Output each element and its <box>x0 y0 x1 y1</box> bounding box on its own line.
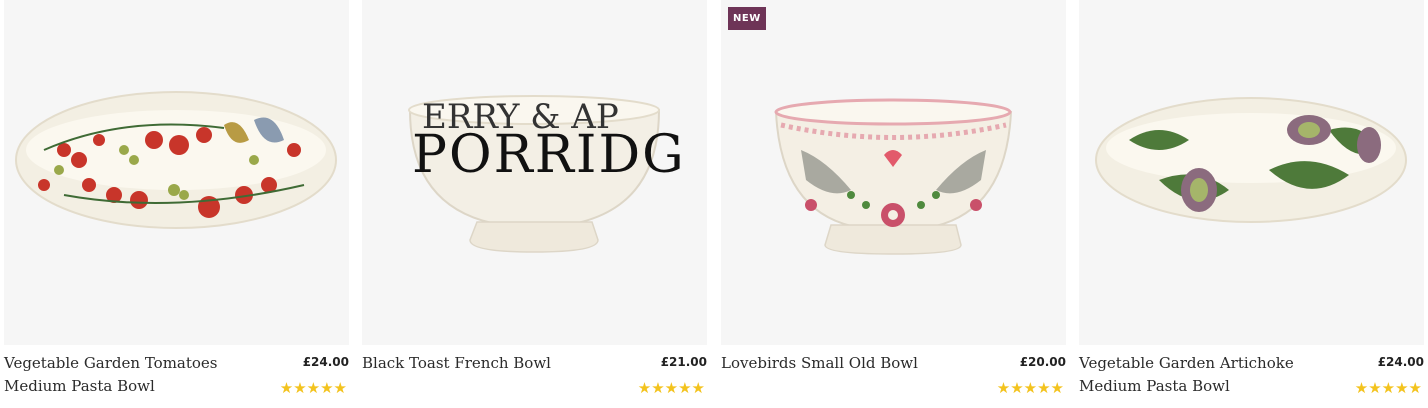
artichoke-pasta-bowl-illustration <box>1095 97 1407 223</box>
product-info: Lovebirds Small Old Bowl £20.00 ★★★★★ <box>721 345 1066 408</box>
product-price: £24.00 <box>302 355 349 369</box>
bowl-outer-text: PORRIDG <box>412 125 686 185</box>
product-card-lovebirds-small-old-bowl[interactable]: NEW Lovebirds Small Old Bowl £20.00 ★★★★… <box>721 0 1066 408</box>
product-card-tomatoes-pasta-bowl[interactable]: Vegetable Garden Tomatoes Medium Pasta B… <box>4 0 349 408</box>
product-info: Vegetable Garden Tomatoes Medium Pasta B… <box>4 345 349 408</box>
product-price: £24.00 <box>1377 355 1424 369</box>
star-rating: ★★★★★ <box>279 380 347 397</box>
product-card-artichoke-pasta-bowl[interactable]: Vegetable Garden Artichoke Medium Pasta … <box>1079 0 1424 408</box>
lovebirds-bowl-illustration <box>774 98 1013 255</box>
product-info: Vegetable Garden Artichoke Medium Pasta … <box>1079 345 1424 408</box>
product-title[interactable]: Black Toast French Bowl <box>362 352 592 375</box>
product-title[interactable]: Lovebirds Small Old Bowl <box>721 352 951 375</box>
porridge-bowl-illustration: ERRY & AP PORRIDG <box>408 95 686 253</box>
product-info: Black Toast French Bowl £21.00 ★★★★★ <box>362 345 707 408</box>
star-rating: ★★★★★ <box>637 380 705 397</box>
new-badge: NEW <box>728 7 766 30</box>
product-grid: Vegetable Garden Tomatoes Medium Pasta B… <box>0 0 1428 408</box>
tomato-pasta-bowl-illustration <box>15 91 337 229</box>
product-price: £21.00 <box>660 355 707 369</box>
product-image[interactable] <box>1079 0 1424 345</box>
product-image[interactable]: NEW <box>721 0 1066 345</box>
product-price: £20.00 <box>1019 355 1066 369</box>
product-card-black-toast-french-bowl[interactable]: ERRY & AP PORRIDG Black Toast French Bow… <box>362 0 707 408</box>
product-title[interactable]: Vegetable Garden Tomatoes Medium Pasta B… <box>4 352 234 398</box>
product-title[interactable]: Vegetable Garden Artichoke Medium Pasta … <box>1079 352 1309 398</box>
product-image[interactable]: ERRY & AP PORRIDG <box>362 0 707 345</box>
star-rating: ★★★★★ <box>996 380 1064 397</box>
star-rating: ★★★★★ <box>1354 380 1422 397</box>
product-image[interactable] <box>4 0 349 345</box>
